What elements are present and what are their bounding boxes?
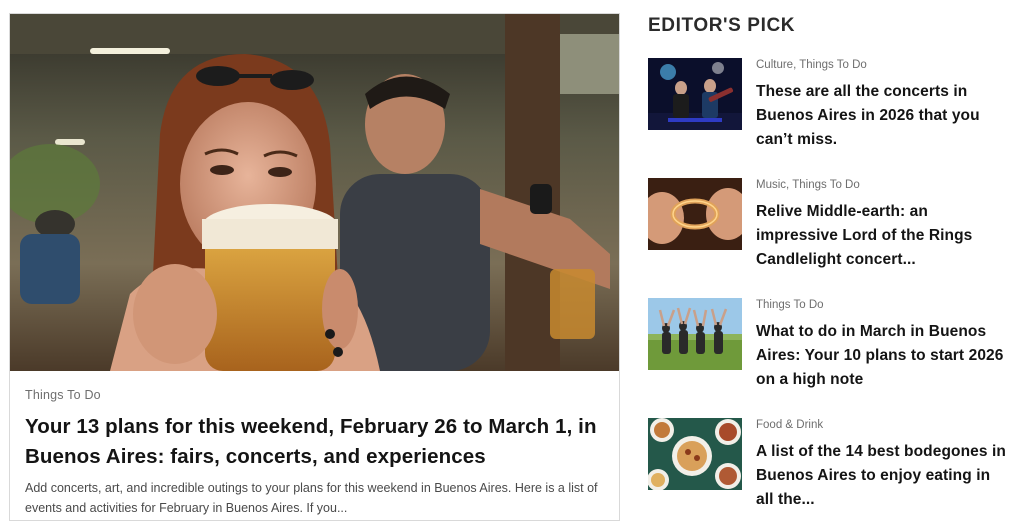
editors-pick-item[interactable]: Food & Drink A list of the 14 best bodeg… (648, 418, 1008, 518)
featured-article-card[interactable]: Things To Do Your 13 plans for this week… (9, 13, 620, 521)
editors-pick-thumbnail[interactable] (648, 418, 742, 490)
editors-pick-title[interactable]: Relive Middle-earth: an impressive Lord … (756, 200, 1006, 272)
editors-pick-item[interactable]: Culture, Things To Do These are all the … (648, 58, 1008, 158)
editors-pick-category[interactable]: Music, Things To Do (756, 178, 1006, 192)
editors-pick-thumbnail[interactable] (648, 58, 742, 130)
editors-pick-section: EDITOR'S PICK Culture, Things To Do Thes… (648, 12, 1008, 508)
editors-pick-title[interactable]: These are all the concerts in Buenos Air… (756, 80, 1006, 152)
editors-pick-category[interactable]: Culture, Things To Do (756, 58, 1006, 72)
editors-pick-category[interactable]: Food & Drink (756, 418, 1006, 432)
editors-pick-item[interactable]: Things To Do What to do in March in Buen… (648, 298, 1008, 398)
editors-pick-category[interactable]: Things To Do (756, 298, 1006, 312)
editors-pick-title[interactable]: A list of the 14 best bodegones in Bueno… (756, 440, 1006, 512)
featured-article-excerpt: Add concerts, art, and incredible outing… (25, 481, 598, 515)
editors-pick-thumbnail[interactable] (648, 178, 742, 250)
featured-article-title[interactable]: Your 13 plans for this weekend, February… (25, 412, 604, 472)
editors-pick-thumbnail[interactable] (648, 298, 742, 370)
editors-pick-title[interactable]: What to do in March in Buenos Aires: You… (756, 320, 1006, 392)
featured-article-category[interactable]: Things To Do (25, 388, 604, 402)
editors-pick-item[interactable]: Music, Things To Do Relive Middle-earth:… (648, 178, 1008, 278)
featured-article-image[interactable] (10, 14, 619, 371)
editors-pick-heading: EDITOR'S PICK (648, 15, 796, 36)
